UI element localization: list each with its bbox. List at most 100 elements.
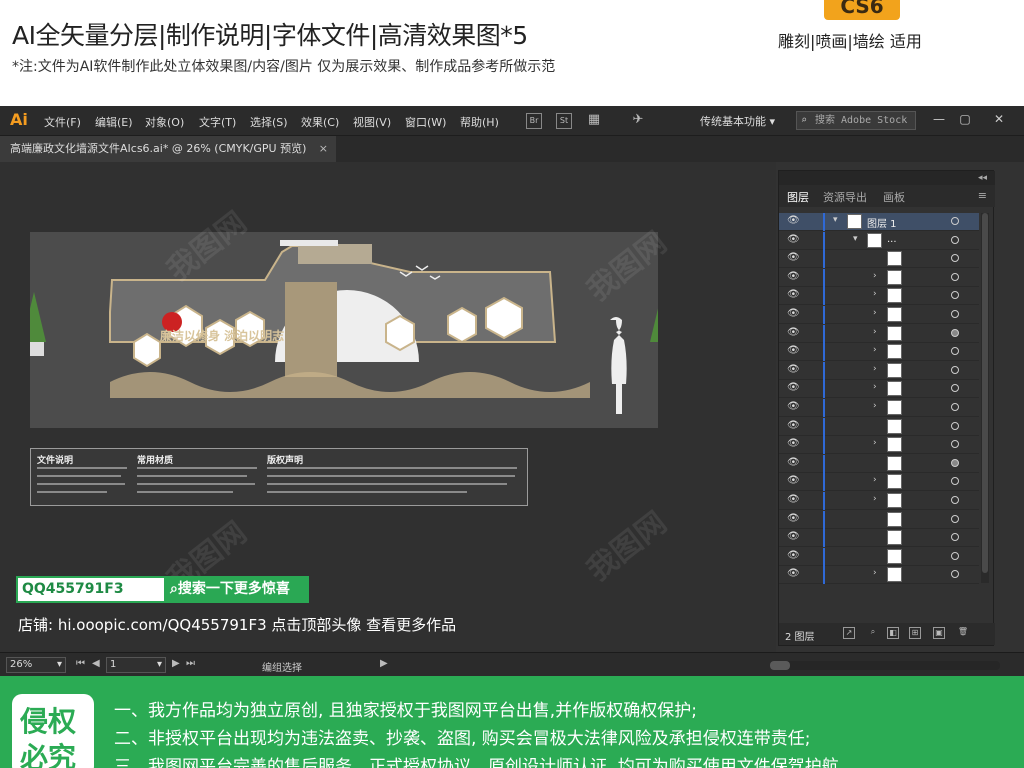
visibility-eye-icon[interactable]: 👁: [787, 401, 800, 412]
new-layer-icon[interactable]: ▣: [933, 627, 945, 639]
menu-help[interactable]: 帮助(H): [460, 114, 499, 130]
layer-row[interactable]: 👁 ›: [779, 268, 979, 287]
scroll-thumb[interactable]: [770, 661, 790, 670]
visibility-eye-icon[interactable]: 👁: [787, 494, 800, 505]
next-artboard-icon[interactable]: ▶: [172, 658, 180, 669]
target-circle-icon[interactable]: [951, 458, 959, 467]
visibility-eye-icon[interactable]: 👁: [787, 420, 800, 431]
target-circle-icon[interactable]: [951, 272, 959, 281]
collapse-arrow-icon[interactable]: ▾: [853, 234, 858, 244]
visibility-eye-icon[interactable]: 👁: [787, 550, 800, 561]
menu-window[interactable]: 窗口(W): [405, 114, 446, 130]
first-artboard-icon[interactable]: ⏮: [76, 658, 85, 669]
target-circle-icon[interactable]: [951, 440, 959, 449]
delete-layer-icon[interactable]: 🗑: [957, 627, 969, 639]
visibility-eye-icon[interactable]: 👁: [787, 475, 800, 486]
expand-arrow-icon[interactable]: ›: [873, 271, 877, 281]
layer-row[interactable]: 👁 ›: [779, 399, 979, 417]
qq-id-box[interactable]: QQ455791F3: [16, 576, 166, 603]
layer-row[interactable]: 👁 ▾...: [779, 231, 979, 250]
expand-arrow-icon[interactable]: ›: [873, 475, 877, 485]
layer-row[interactable]: 👁 ›: [779, 473, 979, 492]
visibility-eye-icon[interactable]: 👁: [787, 364, 800, 375]
expand-arrow-icon[interactable]: ›: [873, 308, 877, 318]
menu-file[interactable]: 文件(F): [44, 114, 81, 130]
visibility-eye-icon[interactable]: 👁: [787, 438, 800, 449]
layer-row[interactable]: 👁 ›: [779, 306, 979, 324]
bridge-icon[interactable]: Br: [526, 113, 542, 129]
document-tab[interactable]: 高端廉政文化墙源文件AIcs6.ai* @ 26% (CMYK/GPU 预览) …: [0, 136, 336, 162]
visibility-eye-icon[interactable]: 👁: [787, 271, 800, 282]
layer-row[interactable]: 👁: [779, 547, 979, 566]
visibility-eye-icon[interactable]: 👁: [787, 327, 800, 338]
new-sublayer-icon[interactable]: ⊞: [909, 627, 921, 639]
maximize-button[interactable]: ▢: [956, 112, 974, 128]
layer-name[interactable]: ...: [887, 234, 897, 245]
target-circle-icon[interactable]: [951, 347, 959, 356]
layers-scrollbar[interactable]: [981, 213, 989, 583]
target-circle-icon[interactable]: [951, 217, 959, 225]
layer-row[interactable]: 👁: [779, 529, 979, 548]
artboard[interactable]: [20, 232, 674, 428]
layer-row[interactable]: 👁: [779, 454, 979, 473]
layer-row[interactable]: 👁 ›: [779, 287, 979, 306]
target-circle-icon[interactable]: [951, 235, 959, 244]
visibility-eye-icon[interactable]: 👁: [787, 345, 800, 356]
expand-arrow-icon[interactable]: ›: [873, 494, 877, 504]
scroll-thumb[interactable]: [982, 213, 988, 573]
visibility-eye-icon[interactable]: 👁: [787, 382, 800, 393]
expand-arrow-icon[interactable]: ›: [873, 345, 877, 355]
shop-link[interactable]: 店铺: hi.ooopic.com/QQ455791F3 点击顶部头像 查看更多…: [18, 614, 456, 635]
target-circle-icon[interactable]: [951, 514, 959, 523]
status-menu-icon[interactable]: ▶: [380, 658, 388, 669]
minimize-button[interactable]: —: [930, 112, 948, 128]
visibility-eye-icon[interactable]: 👁: [787, 457, 800, 468]
expand-arrow-icon[interactable]: ›: [873, 568, 877, 578]
export-icon[interactable]: ↗: [843, 627, 855, 639]
stock-icon[interactable]: St: [556, 113, 572, 129]
layer-row[interactable]: 👁: [779, 510, 979, 529]
panel-menu-icon[interactable]: ≡: [978, 189, 987, 202]
last-artboard-icon[interactable]: ⏭: [186, 658, 195, 669]
arrange-documents-icon[interactable]: ▦: [586, 113, 602, 129]
target-circle-icon[interactable]: [951, 291, 959, 300]
visibility-eye-icon[interactable]: 👁: [787, 568, 800, 579]
menu-type[interactable]: 文字(T): [199, 114, 236, 130]
menu-select[interactable]: 选择(S): [250, 114, 288, 130]
tab-artboards[interactable]: 画板: [883, 189, 905, 205]
target-circle-icon[interactable]: [951, 384, 959, 393]
layer-row[interactable]: 👁 ›: [779, 436, 979, 455]
menu-effect[interactable]: 效果(C): [301, 114, 339, 130]
menu-object[interactable]: 对象(O): [145, 114, 184, 130]
stock-search-input[interactable]: ⌕ 搜索 Adobe Stock: [796, 111, 916, 130]
layer-row[interactable]: 👁: [779, 250, 979, 269]
close-window-button[interactable]: ✕: [990, 112, 1008, 128]
target-circle-icon[interactable]: [951, 533, 959, 542]
target-circle-icon[interactable]: [951, 328, 959, 337]
collapse-arrow-icon[interactable]: ▾: [833, 215, 838, 225]
layer-row[interactable]: 👁 ›: [779, 566, 979, 585]
zoom-select[interactable]: 26% ▾: [6, 657, 66, 673]
layer-name[interactable]: 图层 1: [867, 215, 897, 230]
workspace-switcher[interactable]: 传统基本功能 ▾: [700, 113, 775, 129]
target-circle-icon[interactable]: [951, 254, 959, 263]
visibility-eye-icon[interactable]: 👁: [787, 308, 800, 319]
visibility-eye-icon[interactable]: 👁: [787, 513, 800, 524]
target-circle-icon[interactable]: [951, 403, 959, 411]
layer-row[interactable]: 👁: [779, 417, 979, 436]
expand-arrow-icon[interactable]: ›: [873, 382, 877, 392]
menu-edit[interactable]: 编辑(E): [95, 114, 133, 130]
visibility-eye-icon[interactable]: 👁: [787, 215, 800, 226]
visibility-eye-icon[interactable]: 👁: [787, 531, 800, 542]
layer-row[interactable]: 👁 ›: [779, 343, 979, 362]
target-circle-icon[interactable]: [951, 477, 959, 486]
target-circle-icon[interactable]: [951, 365, 959, 374]
target-circle-icon[interactable]: [951, 570, 959, 579]
expand-arrow-icon[interactable]: ›: [873, 327, 877, 337]
locate-object-icon[interactable]: ⌕: [867, 627, 879, 639]
visibility-eye-icon[interactable]: 👁: [787, 252, 800, 263]
target-circle-icon[interactable]: [951, 421, 959, 430]
tab-asset-export[interactable]: 资源导出: [823, 189, 867, 205]
prev-artboard-icon[interactable]: ◀: [92, 658, 100, 669]
target-circle-icon[interactable]: [951, 551, 959, 560]
